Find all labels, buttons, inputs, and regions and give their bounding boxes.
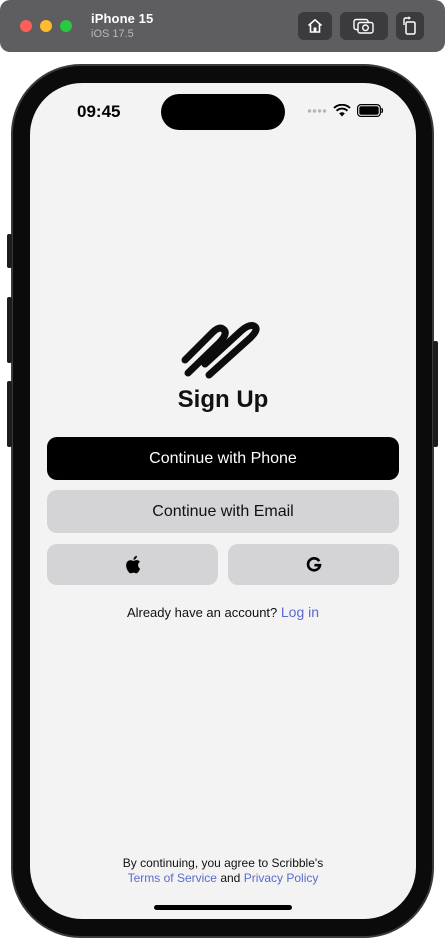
legal-notice: By continuing, you agree to Scribble's T… — [30, 856, 416, 886]
status-icons — [307, 104, 384, 117]
power-button — [433, 341, 438, 447]
status-time: 09:45 — [77, 102, 121, 121]
battery-icon — [357, 104, 384, 117]
scribble-logo-icon — [181, 322, 260, 379]
screenshot-button[interactable] — [340, 12, 388, 40]
rotate-icon — [403, 16, 416, 35]
google-icon — [306, 556, 322, 572]
volume-down-button — [7, 381, 12, 447]
login-prompt-text: Already have an account? — [126, 605, 278, 620]
simulator-titlebar: iPhone 15 iOS 17.5 — [0, 0, 445, 52]
home-icon — [307, 19, 323, 33]
dynamic-island — [161, 94, 285, 130]
continue-with-phone-button[interactable]: Continue with Phone — [47, 437, 399, 480]
device-name: iPhone 15 — [91, 11, 154, 26]
cellular-icon — [307, 108, 327, 113]
home-indicator[interactable] — [154, 905, 292, 910]
apple-signin-button[interactable] — [47, 544, 218, 585]
phone-screen: 09:45 Sign Up Continue with Phone Contin… — [30, 83, 416, 919]
terms-of-service-link[interactable]: Terms of Service — [128, 871, 217, 885]
close-window-button[interactable] — [20, 20, 32, 32]
home-button[interactable] — [298, 12, 332, 40]
continue-with-email-button[interactable]: Continue with Email — [47, 490, 399, 533]
login-link[interactable]: Log in — [281, 604, 319, 620]
zoom-window-button[interactable] — [60, 20, 72, 32]
rotate-button[interactable] — [396, 12, 424, 40]
login-prompt-row: Already have an account? Log in — [30, 604, 416, 620]
screenshot-icon — [353, 18, 374, 34]
os-version: iOS 17.5 — [91, 28, 134, 40]
minimize-window-button[interactable] — [40, 20, 52, 32]
apple-icon — [125, 555, 140, 574]
wifi-icon — [333, 104, 351, 117]
legal-prefix-text: By continuing, you agree to Scribble's — [122, 856, 324, 870]
action-button — [7, 234, 12, 268]
legal-links-line: Terms of Service and Privacy Policy — [30, 871, 416, 886]
privacy-policy-link[interactable]: Privacy Policy — [244, 871, 319, 885]
page-title: Sign Up — [177, 386, 269, 413]
google-signin-button[interactable] — [228, 544, 399, 585]
volume-up-button — [7, 297, 12, 363]
legal-conjunction-text: and — [220, 871, 241, 885]
